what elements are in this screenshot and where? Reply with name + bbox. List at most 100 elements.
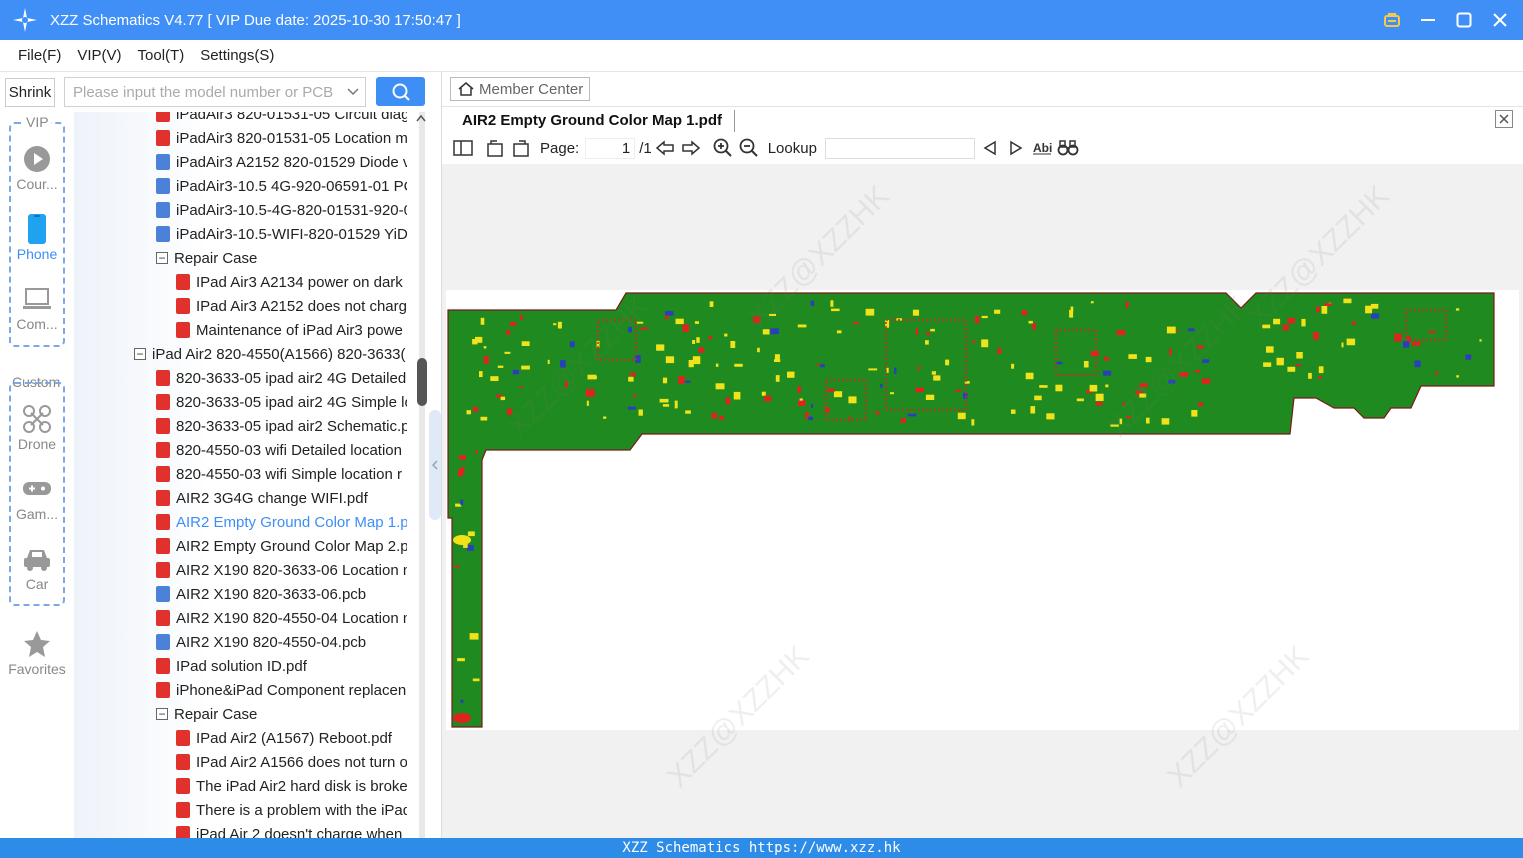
tree-file-item[interactable]: iPadAir3-10.5-WIFI-820-01529 YiDi [156,222,407,246]
scrollbar-track[interactable] [419,112,425,838]
tree-file-item[interactable]: iPadAir3-10.5 4G-920-06591-01 PC [156,174,407,198]
tree-file-item[interactable]: 820-3633-05 ipad air2 4G Simple lo [156,390,407,414]
find-previous-icon[interactable] [979,137,1001,159]
tree-file-item[interactable]: AIR2 3G4G change WIFI.pdf [156,486,368,510]
category-label: Drone [17,436,57,452]
tree-item-label: AIR2 X190 820-4550-04.pcb [176,633,367,651]
tree-item-label: AIR2 Empty Ground Color Map 2.p [176,537,407,555]
tree-file-item[interactable]: 820-3633-05 ipad air2 Schematic.p [156,414,407,438]
scroll-up-icon[interactable] [416,114,426,125]
category-favorites[interactable]: Favorites [0,627,74,677]
shrink-button[interactable]: Shrink [5,78,55,107]
collapse-toggle-icon[interactable]: − [156,252,168,264]
page-number-input[interactable]: 1 [585,137,636,159]
document-tab[interactable]: AIR2 Empty Ground Color Map 1.pdf [442,106,1523,134]
tree-item-label: iPadAir3-10.5-WIFI-820-01529 YiDi [176,225,407,243]
category-car[interactable]: Car [0,542,74,592]
category-drone[interactable]: Drone [0,402,74,452]
close-window-button[interactable] [1487,7,1513,33]
pdf-file-icon [156,610,170,626]
menu-tool[interactable]: Tool(T) [130,47,193,64]
tree-file-item[interactable]: iPadAir3 A2152 820-01529 Diode v [156,150,407,174]
lookup-input[interactable] [824,137,975,159]
tree-file-item[interactable]: AIR2 Empty Ground Color Map 2.p [156,534,407,558]
tree-file-item[interactable]: IPad solution ID.pdf [156,654,307,678]
member-center-label: Member Center [479,80,584,98]
category-game[interactable]: Gam... [0,472,74,522]
match-case-icon[interactable]: Abi [1031,137,1053,159]
minimize-button[interactable] [1415,7,1441,33]
member-center-button[interactable]: Member Center [450,77,591,101]
category-label: Com... [16,316,58,332]
tree-file-item[interactable]: IPad Air3 A2134 power on dark [176,270,403,294]
tree-file-item[interactable]: iPhone&iPad Component replacen [156,678,406,702]
category-sidebar: VIP Cour... Phone Com... Custom Drone Ga… [0,112,74,838]
category-computer[interactable]: Com... [0,282,74,332]
tree-folder[interactable]: − Repair Case [156,702,257,726]
tree-item-label: IPad Air2 A1566 does not turn o [196,753,407,771]
tree-file-item[interactable]: 820-4550-03 wifi Simple location r [156,462,402,486]
file-tree: iPadAir3 820-01531-05 Circuit diag iPadAi… [74,112,407,838]
tree-file-item[interactable]: 820-4550-03 wifi Detailed location [156,438,402,462]
rotate-left-icon[interactable] [484,137,506,159]
collapse-panel-handle[interactable] [429,410,441,520]
tree-item-label: iPadAir3 820-01531-05 Location m [176,129,407,147]
pdf-file-icon [156,490,170,506]
zoom-in-icon[interactable] [712,137,734,159]
find-next-icon[interactable] [1005,137,1027,159]
collapse-toggle-icon[interactable]: − [134,348,146,360]
tree-file-item[interactable]: iPadAir3-10.5-4G-820-01531-920-0 [156,198,407,222]
next-page-icon[interactable] [680,137,702,159]
tree-file-item[interactable]: The iPad Air2 hard disk is broke [176,774,407,798]
tab-separator [734,110,735,132]
find-all-icon[interactable] [1057,137,1079,159]
tree-file-item[interactable]: AIR2 X190 820-3633-06 Location m [156,558,407,582]
status-text: XZZ Schematics https://www.xzz.hk [622,840,901,856]
pdf-file-icon [176,778,190,794]
vip-crown-icon[interactable] [1379,7,1405,33]
collapse-toggle-icon[interactable]: − [156,708,168,720]
close-icon [1499,114,1509,124]
tree-file-item[interactable]: IPad Air2 (A1567) Reboot.pdf [176,726,392,750]
page-total: /1 [639,139,652,157]
maximize-button[interactable] [1451,7,1477,33]
gamepad-icon [0,472,74,506]
search-input[interactable]: Please input the model number or PCB [64,77,366,107]
tree-file-item[interactable]: 820-3633-05 ipad air2 4G Detailed [156,366,406,390]
tree-item-label: IPad solution ID.pdf [176,657,307,675]
pdf-file-icon [156,658,170,674]
tree-file-item[interactable]: Maintenance of iPad Air3 powe [176,318,403,342]
tree-file-item[interactable]: iPadAir3 820-01531-05 Circuit diag [156,112,407,126]
previous-page-icon[interactable] [654,137,676,159]
tree-file-item[interactable]: AIR2 X190 820-4550-04 Location m [156,606,407,630]
tree-file-item[interactable]: AIR2 X190 820-4550-04.pcb [156,630,366,654]
tree-item-label: 820-4550-03 wifi Simple location r [176,465,402,483]
tree-folder[interactable]: − iPad Air2 820-4550(A1566) 820-3633( [134,342,406,366]
pdf-viewer[interactable]: XZZ@XZZHK XZZ@XZZHK XZZ@XZZHK XZZ@XZZHK … [442,164,1523,838]
window-title: XZZ Schematics V4.77 [ VIP Due date: 202… [50,11,461,29]
scrollbar-thumb[interactable] [417,358,427,406]
sidebar-toggle-icon[interactable] [452,137,474,159]
close-tab-button[interactable] [1495,110,1513,128]
search-button[interactable] [376,77,425,106]
chevron-down-icon[interactable] [341,85,365,99]
category-phone[interactable]: Phone [0,212,74,262]
tree-file-item[interactable]: AIR2 Empty Ground Color Map 1.p [156,510,407,534]
menu-settings[interactable]: Settings(S) [192,47,282,64]
tree-file-item[interactable]: AIR2 X190 820-3633-06.pcb [156,582,366,606]
tree-item-label: iPhone&iPad Component replacen [176,681,407,699]
menu-vip[interactable]: VIP(V) [69,47,129,64]
tree-folder[interactable]: − Repair Case [156,246,257,270]
rotate-right-icon[interactable] [510,137,532,159]
tree-file-item[interactable]: iPad Air 2 doesn't charge when [176,822,402,838]
pcb-file-icon [156,154,170,170]
pdf-file-icon [156,682,170,698]
zoom-out-icon[interactable] [738,137,760,159]
menu-file[interactable]: File(F) [10,47,69,64]
tree-file-item[interactable]: IPad Air3 A2152 does not charg [176,294,407,318]
tree-file-item[interactable]: IPad Air2 A1566 does not turn o [176,750,407,774]
category-courses[interactable]: Cour... [0,142,74,192]
app-logo-icon [13,8,37,32]
tree-file-item[interactable]: iPadAir3 820-01531-05 Location m [156,126,407,150]
tree-file-item[interactable]: There is a problem with the iPad [176,798,407,822]
